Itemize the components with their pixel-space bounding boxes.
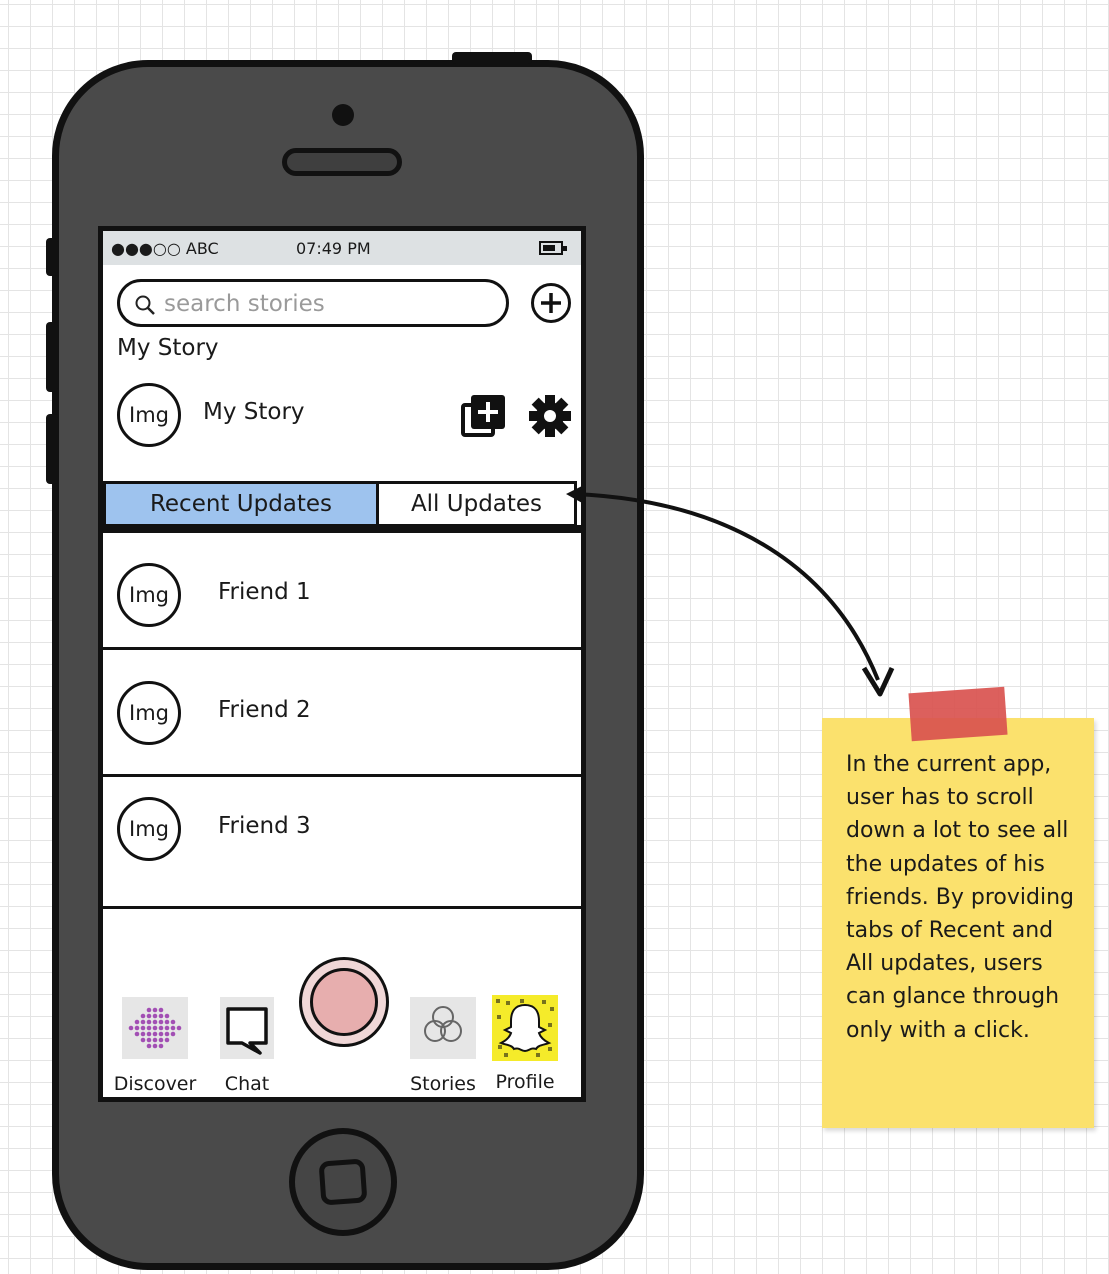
note-text: In the current app, user has to scroll d… [846,752,1075,1043]
sticky-note-tape [908,686,1008,742]
sticky-note: In the current app, user has to scroll d… [822,718,1094,1128]
